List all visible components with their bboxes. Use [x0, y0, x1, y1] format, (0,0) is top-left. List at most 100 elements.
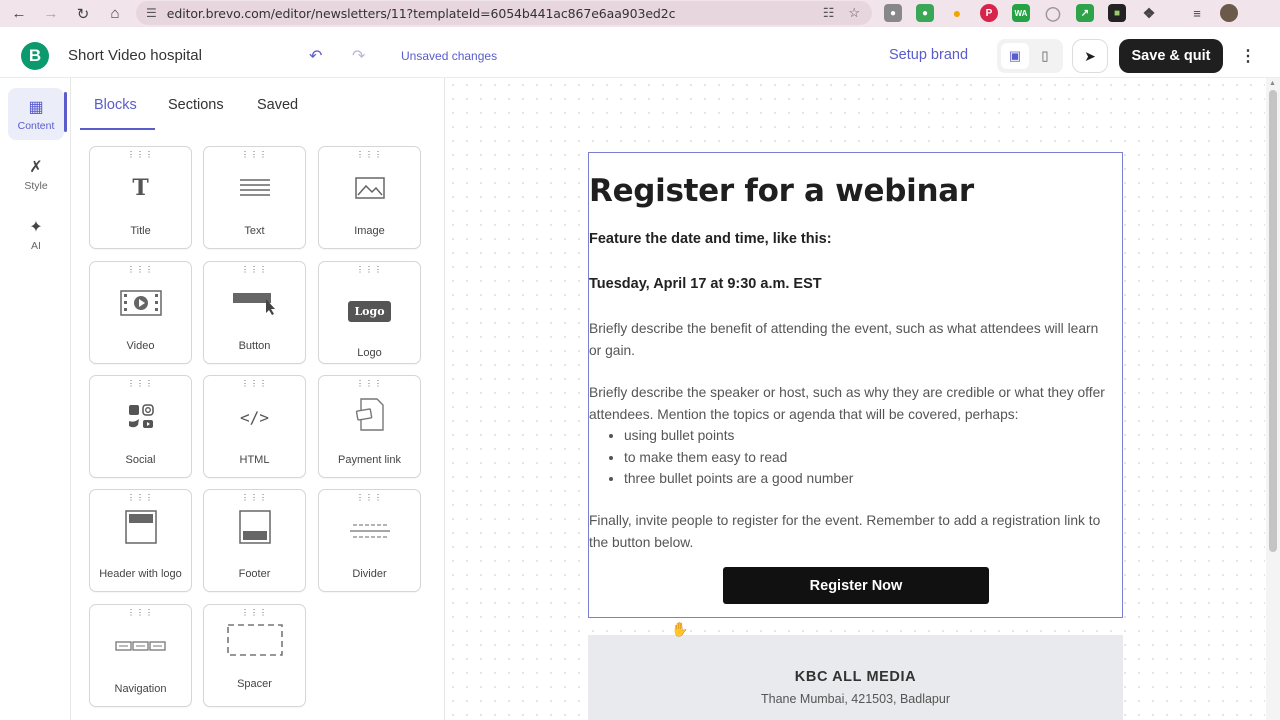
drag-handle-icon[interactable]: ⋮⋮⋮	[319, 380, 420, 388]
translate-icon[interactable]: ☷	[823, 5, 835, 21]
block-spacer[interactable]: ⋮⋮⋮ Spacer	[203, 604, 306, 707]
drag-handle-icon[interactable]: ⋮⋮⋮	[319, 266, 420, 274]
email-paragraph[interactable]: Briefly describe the speaker or host, su…	[589, 382, 1124, 425]
drag-handle-icon[interactable]: ⋮⋮⋮	[90, 380, 191, 388]
email-bullet-list[interactable]: using bullet points to make them easy to…	[624, 425, 853, 490]
extension-icon[interactable]: ↗	[1076, 4, 1094, 22]
block-divider[interactable]: ⋮⋮⋮ Divider	[318, 489, 421, 592]
address-bar[interactable]: ☰ editor.brevo.com/editor/newsletters/11…	[136, 1, 872, 25]
block-header-with-logo[interactable]: ⋮⋮⋮ Header with logo	[89, 489, 192, 592]
whatsapp-icon[interactable]: WA	[1012, 4, 1030, 22]
drag-handle-icon[interactable]: ⋮⋮⋮	[204, 609, 305, 617]
divider-icon	[319, 516, 420, 546]
active-indicator	[64, 92, 67, 132]
text-line: or gain.	[589, 342, 636, 358]
extension-icon[interactable]: ●	[884, 4, 902, 22]
rail-item-style[interactable]: ✗ Style	[8, 148, 64, 200]
block-footer[interactable]: ⋮⋮⋮ Footer	[203, 489, 306, 592]
block-label: Title	[130, 225, 151, 237]
block-button[interactable]: ⋮⋮⋮ Button	[203, 261, 306, 364]
block-video[interactable]: ⋮⋮⋮ Video	[89, 261, 192, 364]
block-label: Navigation	[114, 683, 167, 695]
block-image[interactable]: ⋮⋮⋮ Image	[318, 146, 421, 249]
document-title[interactable]: Short Video hospital	[68, 47, 202, 64]
drag-handle-icon[interactable]: ⋮⋮⋮	[204, 494, 305, 502]
left-rail: ▦ Content ✗ Style ✦ AI	[0, 78, 71, 720]
rail-item-label: Content	[17, 119, 55, 132]
more-options-icon[interactable]: ⋮	[1234, 39, 1262, 73]
block-label: Footer	[238, 568, 271, 580]
back-icon[interactable]: ←	[3, 0, 35, 27]
home-icon[interactable]: ⌂	[99, 0, 131, 27]
email-content-block[interactable]: Register for a webinar Feature the date …	[588, 152, 1123, 618]
url-text: editor.brevo.com/editor/newsletters/11?t…	[166, 5, 676, 21]
canvas-scrollbar[interactable]: ▲	[1266, 78, 1280, 720]
reading-list-icon[interactable]: ≡	[1188, 4, 1206, 22]
send-test-icon[interactable]: ➤	[1072, 39, 1108, 73]
drag-handle-icon[interactable]: ⋮⋮⋮	[90, 151, 191, 159]
block-payment-link[interactable]: ⋮⋮⋮ Payment link	[318, 375, 421, 478]
forward-icon[interactable]: →	[35, 0, 67, 27]
drag-handle-icon[interactable]: ⋮⋮⋮	[204, 151, 305, 159]
profile-avatar[interactable]	[1220, 4, 1238, 22]
drag-handle-icon[interactable]: ⋮⋮⋮	[90, 266, 191, 274]
undo-icon[interactable]: ↶	[309, 46, 322, 66]
block-title[interactable]: ⋮⋮⋮ T Title	[89, 146, 192, 249]
brevo-logo[interactable]: B	[21, 42, 49, 70]
spacer-icon	[204, 624, 305, 656]
drag-handle-icon[interactable]: ⋮⋮⋮	[319, 151, 420, 159]
extension-icon[interactable]: ●	[916, 4, 934, 22]
device-view-toggle: ▣ ▯	[997, 39, 1063, 73]
redo-icon[interactable]: ↷	[352, 46, 365, 66]
company-name: KBC ALL MEDIA	[794, 669, 917, 685]
block-label: Image	[354, 225, 385, 237]
extension-icon[interactable]: ●	[948, 4, 966, 22]
reload-icon[interactable]: ↻	[67, 0, 99, 27]
register-now-button[interactable]: Register Now	[723, 567, 989, 604]
rail-item-ai[interactable]: ✦ AI	[8, 208, 64, 260]
save-quit-button[interactable]: Save & quit	[1119, 39, 1223, 73]
block-navigation[interactable]: ⋮⋮⋮ Navigation	[89, 604, 192, 707]
setup-brand-button[interactable]: Setup brand	[889, 47, 968, 63]
scroll-thumb[interactable]	[1269, 90, 1277, 552]
desktop-icon[interactable]: ▣	[1001, 43, 1029, 69]
drag-handle-icon[interactable]: ⋮⋮⋮	[90, 494, 191, 502]
rail-item-content[interactable]: ▦ Content	[8, 88, 64, 140]
email-date[interactable]: Tuesday, April 17 at 9:30 a.m. EST	[589, 276, 822, 292]
list-item: using bullet points	[624, 425, 853, 447]
puzzle-icon[interactable]: ❖	[1140, 4, 1158, 22]
tab-saved[interactable]: Saved	[257, 97, 298, 113]
block-social[interactable]: ⋮⋮⋮ Social	[89, 375, 192, 478]
site-info-icon[interactable]: ☰	[146, 6, 157, 20]
block-label: Divider	[352, 568, 387, 580]
email-paragraph[interactable]: Briefly describe the benefit of attendin…	[589, 318, 1124, 361]
grid-icon: ▦	[28, 98, 44, 116]
block-label: Video	[126, 340, 155, 352]
text-line: attendees. Mention the topics or agenda …	[589, 406, 1019, 422]
email-subhead[interactable]: Feature the date and time, like this:	[589, 231, 832, 247]
drag-handle-icon[interactable]: ⋮⋮⋮	[90, 609, 191, 617]
app-header: B Short Video hospital ↶ ↷ Unsaved chang…	[0, 34, 1280, 78]
drag-handle-icon[interactable]: ⋮⋮⋮	[204, 266, 305, 274]
rail-item-label: Style	[24, 179, 48, 192]
shield-icon[interactable]: ◯	[1044, 4, 1062, 22]
extension-icon[interactable]: ■	[1108, 4, 1126, 22]
mobile-icon[interactable]: ▯	[1031, 43, 1059, 69]
drag-handle-icon[interactable]: ⋮⋮⋮	[319, 494, 420, 502]
footer-icon	[204, 510, 305, 544]
email-paragraph[interactable]: Finally, invite people to register for t…	[589, 510, 1124, 553]
block-label: HTML	[239, 454, 270, 466]
video-icon	[90, 288, 191, 318]
block-html[interactable]: ⋮⋮⋮ </> HTML	[203, 375, 306, 478]
tab-blocks[interactable]: Blocks	[94, 97, 137, 113]
scroll-up-icon[interactable]: ▲	[1269, 80, 1276, 87]
tab-sections[interactable]: Sections	[168, 97, 224, 113]
bookmark-star-icon[interactable]: ☆	[848, 5, 860, 21]
email-title[interactable]: Register for a webinar	[589, 173, 974, 209]
unsaved-status: Unsaved changes	[401, 49, 498, 63]
block-text[interactable]: ⋮⋮⋮ Text	[203, 146, 306, 249]
drag-handle-icon[interactable]: ⋮⋮⋮	[204, 380, 305, 388]
block-logo[interactable]: ⋮⋮⋮ Logo Logo	[318, 261, 421, 364]
email-footer[interactable]: KBC ALL MEDIA Thane Mumbai, 421503, Badl…	[588, 635, 1123, 720]
pinterest-icon[interactable]: P	[980, 4, 998, 22]
